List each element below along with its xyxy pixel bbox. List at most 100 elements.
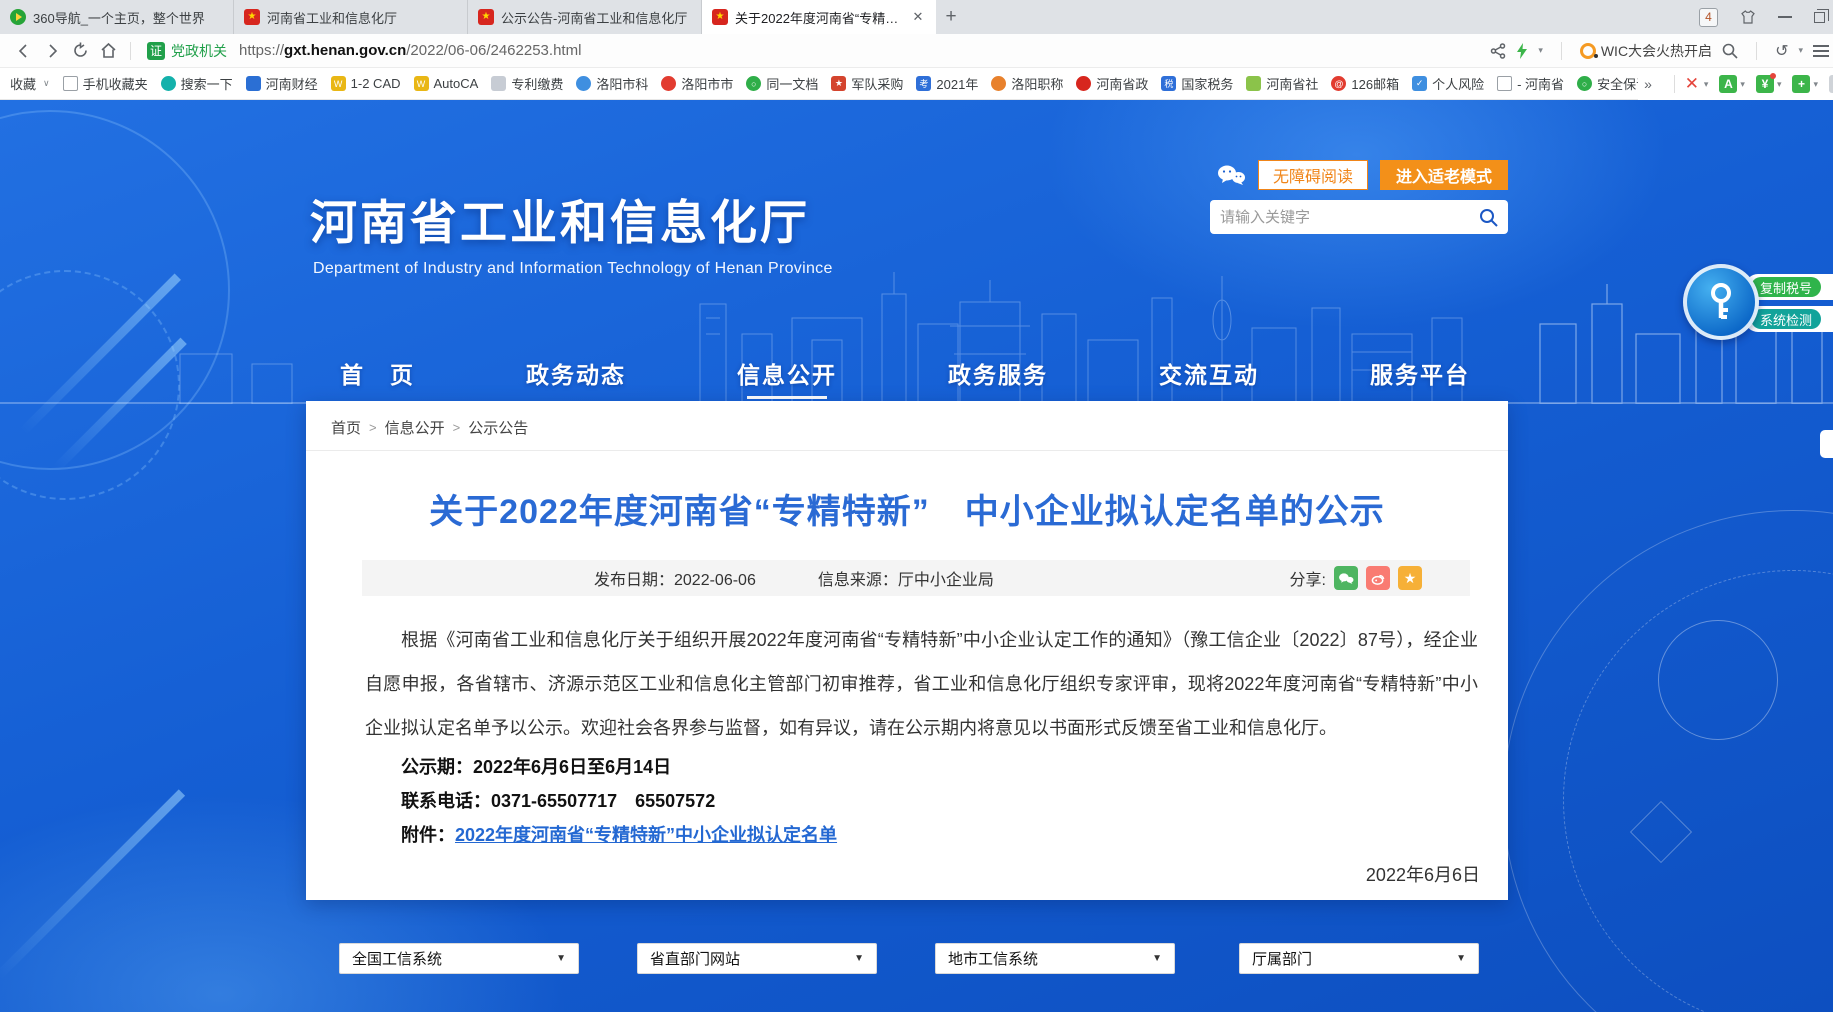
- 360-navigation-icon: [10, 9, 26, 25]
- site-subtitle: Department of Industry and Information T…: [313, 260, 833, 278]
- bookmark-item[interactable]: ○同一文档: [746, 74, 818, 93]
- divider: [1756, 42, 1757, 60]
- key-badge[interactable]: [1683, 264, 1759, 340]
- breadcrumb-current[interactable]: 公示公告: [468, 417, 528, 438]
- window-controls: 4: [1699, 0, 1825, 34]
- address-bar: 证 党政机关 https://gxt.henan.gov.cn/2022/06-…: [0, 34, 1833, 68]
- wechat-icon[interactable]: [1216, 164, 1246, 186]
- nav-service-platform[interactable]: 服务平台: [1370, 356, 1470, 390]
- bookmark-item[interactable]: 手机收藏夹: [63, 74, 148, 93]
- restore-window-button[interactable]: [1814, 12, 1825, 23]
- nav-information-disclosure[interactable]: 信息公开: [737, 356, 837, 390]
- select-provincial-departments[interactable]: 省直部门网站▼: [637, 943, 877, 974]
- bookmark-item[interactable]: 河南财经: [246, 74, 318, 93]
- bookmark-item[interactable]: 洛阳职称: [991, 74, 1063, 93]
- menu-icon[interactable]: [1813, 45, 1829, 57]
- tab-notice-list[interactable]: ★ 公示公告-河南省工业和信息化厅: [468, 0, 702, 34]
- pill-strip: 系统检测: [1745, 306, 1833, 332]
- select-city-miit-systems[interactable]: 地市工信系统▼: [935, 943, 1175, 974]
- bookmark-item[interactable]: W1-2 CAD: [331, 76, 401, 91]
- tab-title: 公示公告-河南省工业和信息化厅: [501, 8, 691, 27]
- system-check-button[interactable]: 系统检测: [1751, 309, 1821, 329]
- recently-closed-dropdown-icon[interactable]: ▾: [1798, 45, 1803, 56]
- military-star-icon: ★: [831, 76, 846, 91]
- leaf-icon: [1246, 76, 1261, 91]
- share-qzone-icon[interactable]: ★: [1398, 566, 1422, 590]
- recently-closed-icon[interactable]: ↺: [1775, 41, 1788, 61]
- theme-shirt-icon[interactable]: [1740, 9, 1756, 25]
- refresh-icon[interactable]: [66, 38, 94, 64]
- promo-link[interactable]: WIC大会火热开启: [1580, 41, 1712, 61]
- x-extension-icon: ✕: [1683, 75, 1701, 93]
- nav-government-news[interactable]: 政务动态: [526, 356, 626, 390]
- decor-streak: [19, 274, 181, 436]
- breadcrumb-home[interactable]: 首页: [331, 417, 361, 438]
- site-search-submit-icon[interactable]: [1479, 208, 1498, 227]
- close-tab-icon[interactable]: ✕: [910, 9, 926, 25]
- accessibility-reading-button[interactable]: 无障碍阅读: [1258, 160, 1368, 190]
- bookmark-item[interactable]: WAutoCA: [414, 76, 479, 91]
- tax-icon: 税: [1161, 76, 1176, 91]
- bookmark-item[interactable]: ✓个人风险: [1412, 74, 1484, 93]
- collapsed-side-panel-tab[interactable]: [1820, 430, 1833, 458]
- shield-icon: ✓: [1412, 76, 1427, 91]
- bookmarks-overflow-icon[interactable]: »: [1644, 76, 1652, 92]
- tab-360-navigation[interactable]: 360导航_一个主页，整个世界: [0, 0, 234, 34]
- bookmark-item[interactable]: 搜索一下: [161, 74, 233, 93]
- webpage: 河南省工业和信息化厅 Department of Industry and In…: [0, 100, 1833, 1012]
- bookmark-item[interactable]: 河南省社: [1246, 74, 1318, 93]
- share-wechat-icon[interactable]: [1334, 566, 1358, 590]
- copy-tax-id-button[interactable]: 复制税号: [1751, 277, 1821, 297]
- nav-government-services[interactable]: 政务服务: [948, 356, 1048, 390]
- breadcrumb-section[interactable]: 信息公开: [385, 417, 445, 438]
- turbo-lightning-icon[interactable]: [1516, 43, 1528, 59]
- select-subordinate-units[interactable]: 厅属部门▼: [1239, 943, 1479, 974]
- new-tab-button[interactable]: +: [936, 0, 966, 34]
- bookmark-item[interactable]: - 河南省: [1497, 74, 1564, 93]
- clipped-extension-icon[interactable]: [1829, 75, 1833, 93]
- minimize-button[interactable]: [1778, 16, 1792, 18]
- favorites-menu[interactable]: 收藏 ∨: [10, 74, 50, 93]
- share-icon[interactable]: [1490, 43, 1506, 59]
- site-search-box: [1210, 200, 1508, 234]
- bookmark-item[interactable]: 专利缴费: [491, 74, 563, 93]
- publicity-period: 公示期：2022年6月6日至6月14日: [365, 750, 1508, 784]
- share-weibo-icon[interactable]: [1366, 566, 1390, 590]
- search-favicon: [161, 76, 176, 91]
- search-icon[interactable]: [1722, 43, 1738, 59]
- tab-title: 360导航_一个主页，整个世界: [33, 8, 223, 27]
- lightning-dropdown-icon[interactable]: ▾: [1538, 45, 1543, 56]
- forward-icon[interactable]: [38, 38, 66, 64]
- bookmark-item[interactable]: 河南省政: [1076, 74, 1148, 93]
- tab-count-badge[interactable]: 4: [1699, 8, 1718, 27]
- bookmark-item[interactable]: ★军队采购: [831, 74, 903, 93]
- attachment-label: 附件：: [401, 825, 455, 845]
- breadcrumb: 首页 > 信息公开 > 公示公告: [306, 401, 1508, 451]
- decor-circle: [1658, 620, 1778, 740]
- url-box[interactable]: 证 党政机关 https://gxt.henan.gov.cn/2022/06-…: [139, 41, 1490, 61]
- extension-adblock[interactable]: ✕ ▾: [1683, 75, 1709, 93]
- decor-square: [1630, 801, 1692, 863]
- contact-phone: 联系电话：0371-65507717 65507572: [365, 784, 1508, 818]
- tab-henan-gxt-home[interactable]: ★ 河南省工业和信息化厅: [234, 0, 468, 34]
- nav-interaction[interactable]: 交流互动: [1159, 356, 1259, 390]
- article-meta-bar: 发布日期：2022-06-06 信息来源：厅中小企业局 分享: ★: [362, 560, 1470, 596]
- elder-mode-button[interactable]: 进入适老模式: [1380, 160, 1508, 190]
- nav-home[interactable]: 首 页: [340, 356, 415, 390]
- 360-logo-icon: [1580, 43, 1596, 59]
- bookmark-item[interactable]: 洛阳市市: [661, 74, 733, 93]
- home-icon[interactable]: [94, 38, 122, 64]
- bookmark-item[interactable]: 税国家税务: [1161, 74, 1233, 93]
- bookmark-item[interactable]: 考2021年: [916, 74, 978, 93]
- attachment-link[interactable]: 2022年度河南省“专精特新”中小企业拟认定名单: [455, 825, 837, 845]
- share-label: 分享:: [1290, 566, 1326, 590]
- tab-current-article[interactable]: ★ 关于2022年度河南省“专精特新” ✕: [702, 0, 936, 34]
- extension-coupon[interactable]: ¥ ▾: [1756, 75, 1782, 93]
- extension-add[interactable]: + ▾: [1792, 75, 1818, 93]
- site-search-input[interactable]: [1220, 209, 1479, 226]
- extension-translate[interactable]: A ▾: [1719, 75, 1745, 93]
- bookmark-item[interactable]: 洛阳市科: [576, 74, 648, 93]
- bookmark-item[interactable]: @126邮箱: [1331, 74, 1399, 93]
- select-national-miit-systems[interactable]: 全国工信系统▼: [339, 943, 579, 974]
- back-icon[interactable]: [10, 38, 38, 64]
